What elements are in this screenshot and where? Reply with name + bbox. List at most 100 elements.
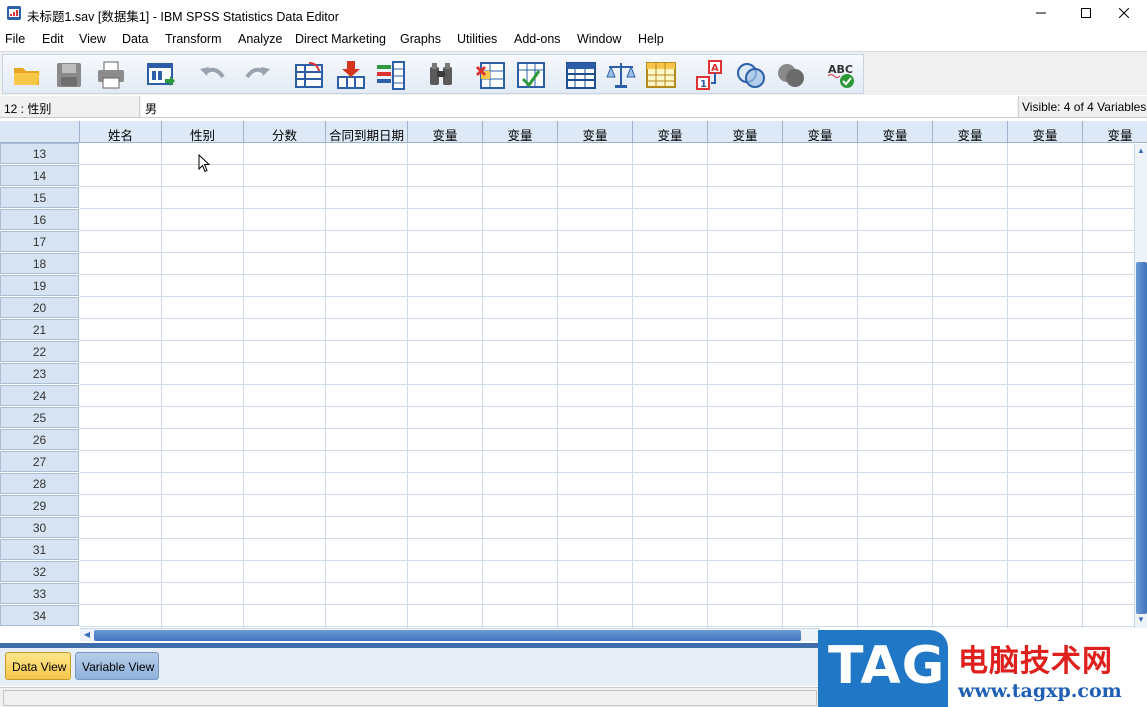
grid-line xyxy=(80,318,1135,319)
grid-corner[interactable] xyxy=(0,121,80,143)
grid-line xyxy=(80,450,1135,451)
row-header[interactable]: 18 xyxy=(0,253,79,274)
menu-help[interactable]: Help xyxy=(638,32,664,46)
scroll-up-icon[interactable]: ▲ xyxy=(1135,145,1147,157)
column-header[interactable]: 变量 xyxy=(783,121,858,143)
row-header[interactable]: 14 xyxy=(0,165,79,186)
row-header[interactable]: 33 xyxy=(0,583,79,604)
cell-value-field[interactable]: 男 xyxy=(141,96,1017,117)
menu-window[interactable]: Window xyxy=(577,32,621,46)
weight-cases-icon[interactable] xyxy=(605,59,637,91)
redo-icon[interactable] xyxy=(241,59,273,91)
minimize-button[interactable] xyxy=(1018,0,1064,28)
grid-line xyxy=(80,406,1135,407)
goto-case-icon[interactable] xyxy=(293,59,325,91)
menu-utilities[interactable]: Utilities xyxy=(457,32,497,46)
menu-direct-marketing[interactable]: Direct Marketing xyxy=(295,32,386,46)
variables-icon[interactable] xyxy=(375,59,407,91)
menu-analyze[interactable]: Analyze xyxy=(238,32,282,46)
scroll-down-icon[interactable]: ▼ xyxy=(1135,614,1147,626)
svg-text:1: 1 xyxy=(700,79,707,90)
column-header[interactable]: 变量 xyxy=(1083,121,1147,143)
grid-line xyxy=(80,428,1135,429)
horizontal-scrollbar[interactable]: ◀ xyxy=(80,628,820,641)
grid-line xyxy=(80,494,1135,495)
column-header[interactable]: 分数 xyxy=(244,121,326,143)
grid-line xyxy=(80,164,1135,165)
title-bar: 未标题1.sav [数据集1] - IBM SPSS Statistics Da… xyxy=(0,0,1147,28)
grid-line xyxy=(80,626,1135,627)
menu-data[interactable]: Data xyxy=(122,32,148,46)
insert-variable-icon[interactable] xyxy=(515,59,547,91)
row-header[interactable]: 19 xyxy=(0,275,79,296)
tab-data-view[interactable]: Data View xyxy=(5,652,71,680)
column-header[interactable]: 变量 xyxy=(408,121,483,143)
menu-graphs[interactable]: Graphs xyxy=(400,32,441,46)
row-header[interactable]: 23 xyxy=(0,363,79,384)
spell-check-icon[interactable]: ABC xyxy=(825,59,857,91)
row-header[interactable]: 31 xyxy=(0,539,79,560)
row-header[interactable]: 20 xyxy=(0,297,79,318)
row-header[interactable]: 24 xyxy=(0,385,79,406)
vertical-scroll-thumb[interactable] xyxy=(1136,262,1147,614)
row-header[interactable]: 32 xyxy=(0,561,79,582)
grid-line xyxy=(707,143,708,628)
tab-variable-view[interactable]: Variable View xyxy=(75,652,159,680)
select-cases-icon[interactable] xyxy=(645,59,677,91)
column-header[interactable]: 性别 xyxy=(162,121,244,143)
row-header[interactable]: 21 xyxy=(0,319,79,340)
row-header[interactable]: 22 xyxy=(0,341,79,362)
column-header[interactable]: 变量 xyxy=(1008,121,1083,143)
horizontal-scroll-thumb[interactable] xyxy=(94,630,801,641)
split-file-icon[interactable] xyxy=(565,59,597,91)
column-header[interactable]: 变量 xyxy=(558,121,633,143)
show-all-variables-icon[interactable] xyxy=(775,59,807,91)
grid-line xyxy=(80,582,1135,583)
grid-line xyxy=(482,143,483,628)
save-icon[interactable] xyxy=(53,59,85,91)
row-header[interactable]: 16 xyxy=(0,209,79,230)
row-header[interactable]: 25 xyxy=(0,407,79,428)
row-header[interactable]: 13 xyxy=(0,143,79,164)
row-header[interactable]: 26 xyxy=(0,429,79,450)
column-header[interactable]: 变量 xyxy=(633,121,708,143)
menu-transform[interactable]: Transform xyxy=(165,32,222,46)
open-folder-icon[interactable] xyxy=(11,59,43,91)
row-header[interactable]: 30 xyxy=(0,517,79,538)
column-header[interactable]: 姓名 xyxy=(80,121,162,143)
row-header[interactable]: 15 xyxy=(0,187,79,208)
grid-line xyxy=(80,208,1135,209)
toolbar-strip: A1 ABC xyxy=(2,54,864,94)
dialog-recall-icon[interactable] xyxy=(145,59,177,91)
vertical-scrollbar[interactable]: ▲ ▼ xyxy=(1134,144,1147,628)
column-header[interactable]: 变量 xyxy=(708,121,783,143)
grid-line xyxy=(557,143,558,628)
menu-file[interactable]: File xyxy=(5,32,25,46)
column-header[interactable]: 合同到期日期 xyxy=(326,121,408,143)
svg-text:ABC: ABC xyxy=(828,63,853,76)
insert-cases-icon[interactable] xyxy=(475,59,507,91)
data-grid: 姓名 性别 分数 合同到期日期 变量 变量 变量 变量 变量 变量 变量 变量 变量 变量 13 14 15 1… xyxy=(0,121,1147,628)
menu-edit[interactable]: Edit xyxy=(42,32,64,46)
menu-view[interactable]: View xyxy=(79,32,106,46)
grid-line xyxy=(1082,143,1083,628)
row-header[interactable]: 34 xyxy=(0,605,79,626)
goto-variable-icon[interactable] xyxy=(335,59,367,91)
row-header[interactable]: 27 xyxy=(0,451,79,472)
watermark-tag-text: TAG xyxy=(828,636,946,696)
column-header[interactable]: 变量 xyxy=(858,121,933,143)
use-sets-icon[interactable] xyxy=(735,59,767,91)
row-header[interactable]: 17 xyxy=(0,231,79,252)
column-header[interactable]: 变量 xyxy=(483,121,558,143)
row-header[interactable]: 28 xyxy=(0,473,79,494)
close-button[interactable] xyxy=(1101,0,1147,28)
value-labels-icon[interactable]: A1 xyxy=(695,59,727,91)
undo-icon[interactable] xyxy=(197,59,229,91)
scroll-left-icon[interactable]: ◀ xyxy=(81,629,93,641)
row-header[interactable]: 29 xyxy=(0,495,79,516)
watermark-site-name: 电脑技术网 xyxy=(958,644,1113,679)
menu-add-ons[interactable]: Add-ons xyxy=(514,32,561,46)
find-icon[interactable] xyxy=(425,59,457,91)
print-icon[interactable] xyxy=(95,59,127,91)
column-header[interactable]: 变量 xyxy=(933,121,1008,143)
